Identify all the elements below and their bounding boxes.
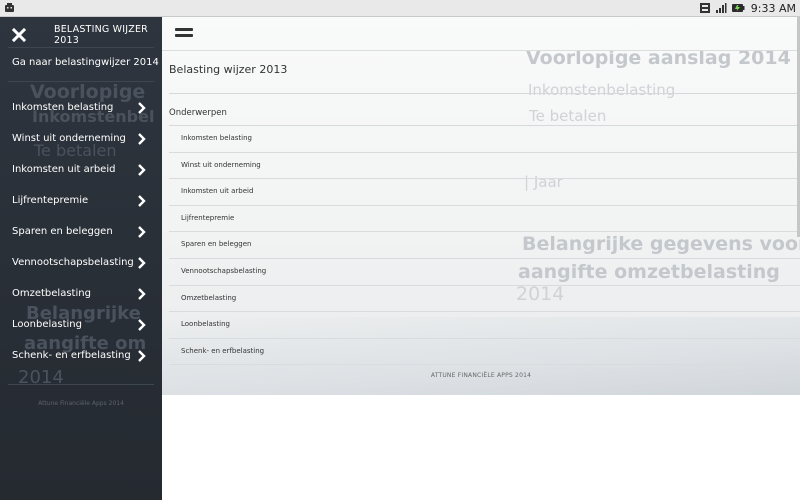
battery-icon: [731, 4, 745, 12]
topic-label: Vennootschapsbelasting: [181, 266, 267, 275]
topic-label: Inkomsten belasting: [181, 134, 252, 142]
topic-label: Sparen en beleggen: [181, 240, 252, 249]
android-notification-icon: [5, 3, 14, 12]
chevron-right-icon: [138, 319, 146, 331]
divider: [169, 93, 800, 94]
topic-item-omzetbelasting[interactable]: Omzetbelasting: [169, 286, 800, 313]
page-title: Belasting wijzer 2013: [169, 63, 288, 76]
drawer-item-label: Inkomsten belasting: [12, 102, 114, 113]
divider: [8, 81, 154, 82]
topics-list: Inkomsten belasting Winst uit ondernemin…: [169, 126, 800, 366]
chevron-right-icon: [138, 226, 146, 238]
topic-item-sparen-en-beleggen[interactable]: Sparen en beleggen: [169, 232, 800, 259]
clock: 9:33 AM: [750, 1, 796, 15]
drawer-item-inkomsten-belasting[interactable]: Inkomsten belasting: [0, 93, 162, 124]
topic-item-vennootschapsbelasting[interactable]: Vennootschapsbelasting: [169, 259, 800, 286]
chevron-right-icon: [138, 288, 146, 300]
chevron-right-icon: [138, 133, 146, 145]
usb-debug-icon: [699, 3, 710, 13]
main-footer: ATTUNE FINANCIËLE APPS 2014: [430, 372, 532, 379]
chevron-right-icon: [138, 350, 146, 362]
topic-item-loonbelasting[interactable]: Loonbelasting: [169, 312, 800, 339]
drawer-item-label: Loonbelasting: [12, 319, 82, 330]
chevron-right-icon: [138, 102, 146, 114]
topic-item-inkomsten-uit-arbeid[interactable]: Inkomsten uit arbeid: [169, 179, 800, 206]
drawer-item-label: Winst uit onderneming: [12, 133, 126, 144]
section-label: Onderwerpen: [169, 108, 227, 118]
drawer-item-inkomsten-uit-arbeid[interactable]: Inkomsten uit arbeid: [0, 155, 162, 186]
drawer-item-loonbelasting[interactable]: Loonbelasting: [0, 310, 162, 341]
drawer-item-label: Lijfrentepremie: [12, 195, 89, 206]
drawer-item-label: Sparen en beleggen: [12, 226, 113, 237]
topic-label: Lijfrentepremie: [181, 213, 235, 222]
topic-label: Loonbelasting: [181, 320, 230, 329]
app-toolbar: [162, 17, 800, 51]
hero-bg-text: Inkomstenbelasting: [528, 81, 676, 99]
drawer-item-lijfrentepremie[interactable]: Lijfrentepremie: [0, 186, 162, 217]
divider: [8, 47, 154, 48]
drawer-item-label: Inkomsten uit arbeid: [12, 164, 116, 175]
chevron-right-icon: [138, 257, 146, 269]
main-content: Voorlopige aanslag 2014 Inkomstenbelasti…: [162, 17, 800, 500]
topic-item-lijfrentepremie[interactable]: Lijfrentepremie: [169, 206, 800, 233]
navigation-drawer: Voorlopige Inkomstenbel Te betalen Belan…: [0, 17, 162, 500]
drawer-menu: Inkomsten belasting Winst uit ondernemin…: [0, 93, 162, 372]
drawer-item-sparen-en-beleggen[interactable]: Sparen en beleggen: [0, 217, 162, 248]
drawer-item-vennootschapsbelasting[interactable]: Vennootschapsbelasting: [0, 248, 162, 279]
topic-item-inkomsten-belasting[interactable]: Inkomsten belasting: [169, 126, 800, 153]
divider: [8, 384, 154, 385]
menu-icon[interactable]: [175, 28, 193, 38]
topic-item-winst-uit-onderneming[interactable]: Winst uit onderneming: [169, 153, 800, 180]
drawer-footer: Attune Financiële Apps 2014: [38, 400, 124, 407]
drawer-item-label: Omzetbelasting: [12, 288, 91, 299]
status-icons: 9:33 AM: [699, 0, 796, 16]
drawer-item-label: Schenk- en erfbelasting: [12, 350, 131, 361]
hero-bg-text: Te betalen: [529, 107, 607, 125]
topic-label: Winst uit onderneming: [181, 160, 261, 169]
signal-icon: [715, 3, 727, 13]
goto-2014-link[interactable]: Ga naar belastingwijzer 2014: [12, 57, 159, 68]
topic-label: Omzetbelasting: [181, 293, 237, 302]
chevron-right-icon: [138, 164, 146, 176]
topic-label: Schenk- en erfbelasting: [181, 346, 265, 355]
topic-label: Inkomsten uit arbeid: [181, 187, 254, 196]
status-bar: 9:33 AM: [0, 0, 800, 17]
drawer-item-omzetbelasting[interactable]: Omzetbelasting: [0, 279, 162, 310]
close-icon[interactable]: [11, 27, 27, 43]
chevron-right-icon: [138, 195, 146, 207]
drawer-item-label: Vennootschapsbelasting: [12, 257, 134, 268]
drawer-item-winst-uit-onderneming[interactable]: Winst uit onderneming: [0, 124, 162, 155]
topic-item-schenk-en-erfbelasting[interactable]: Schenk- en erfbelasting: [169, 339, 800, 366]
drawer-item-schenk-en-erfbelasting[interactable]: Schenk- en erfbelasting: [0, 341, 162, 372]
drawer-title: BELASTING WIJZER 2013: [54, 24, 148, 46]
